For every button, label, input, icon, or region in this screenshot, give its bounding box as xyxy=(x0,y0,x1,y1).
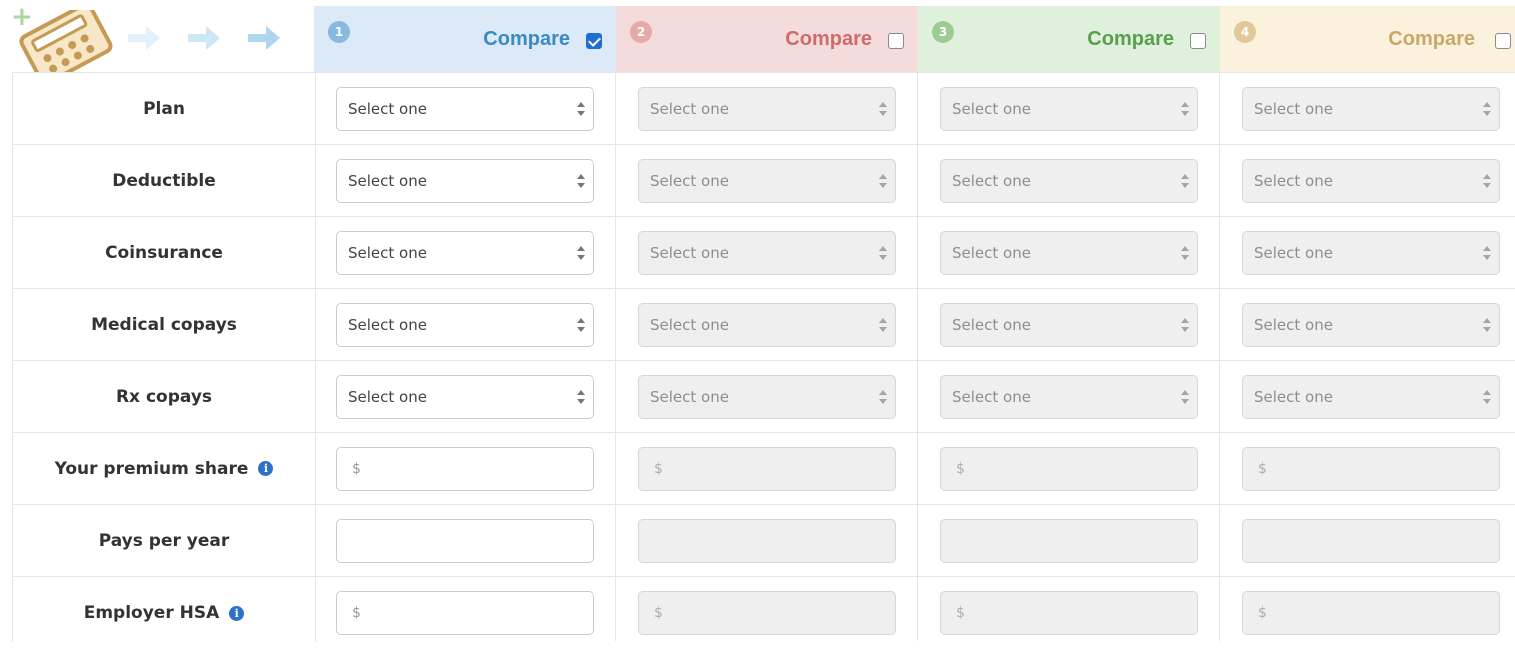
select-arrows-icon xyxy=(879,102,887,116)
rx-copays-select[interactable]: Select one xyxy=(336,375,594,419)
deductible-select[interactable]: Select one xyxy=(638,159,896,203)
plan-3-header: 3 Compare xyxy=(918,6,1220,72)
compare-label: Compare xyxy=(1388,28,1475,50)
employer-hsa-input[interactable]: $ xyxy=(638,591,896,635)
plan-number-badge: 2 xyxy=(630,21,652,43)
row-label-rx-copays: Rx copays xyxy=(13,361,315,433)
premium-share-input[interactable]: $ xyxy=(336,447,594,491)
row-label-medical-copays: Medical copays xyxy=(13,289,315,361)
pays-per-year-input[interactable] xyxy=(638,519,896,563)
select-arrows-icon xyxy=(1181,174,1189,188)
deductible-select[interactable]: Select one xyxy=(336,159,594,203)
pays-per-year-input[interactable] xyxy=(940,519,1198,563)
select-arrows-icon xyxy=(577,390,585,404)
plan-3-column: Select one Select one Select one Select … xyxy=(918,72,1220,641)
medical-copays-select[interactable]: Select one xyxy=(336,303,594,347)
plan-number-badge: 3 xyxy=(932,21,954,43)
medical-copays-select[interactable]: Select one xyxy=(1242,303,1500,347)
select-arrows-icon xyxy=(879,318,887,332)
compare-checkbox[interactable] xyxy=(586,33,602,49)
premium-share-input[interactable]: $ xyxy=(940,447,1198,491)
info-icon[interactable]: i xyxy=(258,461,274,476)
calculator-icon xyxy=(19,10,113,72)
select-arrows-icon xyxy=(577,102,585,116)
row-label-plan: Plan xyxy=(13,73,315,145)
row-label-deductible: Deductible xyxy=(13,145,315,217)
plan-comparison-grid: + 1 Compare 2 Compare 3 Compare 4 Compar… xyxy=(0,0,1515,642)
plan-4-header: 4 Compare xyxy=(1220,6,1515,72)
plan-select[interactable]: Select one xyxy=(1242,87,1500,131)
coinsurance-select[interactable]: Select one xyxy=(638,231,896,275)
select-arrows-icon xyxy=(1181,390,1189,404)
plan-select[interactable]: Select one xyxy=(638,87,896,131)
select-arrows-icon xyxy=(1483,390,1491,404)
compare-checkbox[interactable] xyxy=(888,33,904,49)
compare-label: Compare xyxy=(1087,28,1174,50)
plan-number-badge: 1 xyxy=(328,21,350,43)
plan-1-column: Select one Select one Select one Select … xyxy=(314,72,616,641)
select-arrows-icon xyxy=(879,390,887,404)
select-arrows-icon xyxy=(1483,174,1491,188)
compare-checkbox[interactable] xyxy=(1190,33,1206,49)
rx-copays-select[interactable]: Select one xyxy=(1242,375,1500,419)
compare-checkbox[interactable] xyxy=(1495,33,1511,49)
rx-copays-select[interactable]: Select one xyxy=(638,375,896,419)
deductible-select[interactable]: Select one xyxy=(1242,159,1500,203)
plan-select[interactable]: Select one xyxy=(336,87,594,131)
select-arrows-icon xyxy=(1181,102,1189,116)
arrow-right-icon xyxy=(128,26,280,50)
plan-1-header: 1 Compare xyxy=(314,6,616,72)
premium-share-input[interactable]: $ xyxy=(638,447,896,491)
select-arrows-icon xyxy=(879,246,887,260)
info-icon[interactable]: i xyxy=(229,605,245,621)
select-arrows-icon xyxy=(577,318,585,332)
select-arrows-icon xyxy=(1483,102,1491,116)
logo: + xyxy=(0,0,314,72)
coinsurance-select[interactable]: Select one xyxy=(1242,231,1500,275)
select-arrows-icon xyxy=(1181,318,1189,332)
row-label-pays-per-year: Pays per year xyxy=(13,505,315,577)
compare-label: Compare xyxy=(785,28,872,50)
select-arrows-icon xyxy=(1483,318,1491,332)
rx-copays-select[interactable]: Select one xyxy=(940,375,1198,419)
plan-number-badge: 4 xyxy=(1234,21,1256,43)
plan-select[interactable]: Select one xyxy=(940,87,1198,131)
select-arrows-icon xyxy=(1181,246,1189,260)
select-arrows-icon xyxy=(577,246,585,260)
select-arrows-icon xyxy=(1483,246,1491,260)
select-arrows-icon xyxy=(577,174,585,188)
pays-per-year-input[interactable] xyxy=(336,519,594,563)
row-labels: Plan Deductible Coinsurance Medical copa… xyxy=(12,72,316,642)
coinsurance-select[interactable]: Select one xyxy=(336,231,594,275)
select-arrows-icon xyxy=(879,174,887,188)
coinsurance-select[interactable]: Select one xyxy=(940,231,1198,275)
employer-hsa-input[interactable]: $ xyxy=(336,591,594,635)
deductible-select[interactable]: Select one xyxy=(940,159,1198,203)
medical-copays-select[interactable]: Select one xyxy=(638,303,896,347)
medical-copays-select[interactable]: Select one xyxy=(940,303,1198,347)
plan-2-header: 2 Compare xyxy=(616,6,918,72)
plan-2-column: Select one Select one Select one Select … xyxy=(616,72,918,641)
row-label-coinsurance: Coinsurance xyxy=(13,217,315,289)
row-label-premium-share: Your premium share i xyxy=(13,433,315,505)
premium-share-input[interactable]: $ xyxy=(1242,447,1500,491)
pays-per-year-input[interactable] xyxy=(1242,519,1500,563)
employer-hsa-input[interactable]: $ xyxy=(1242,591,1500,635)
row-label-employer-hsa: Employer HSA i xyxy=(13,577,315,649)
plan-4-column: Select one Select one Select one Select … xyxy=(1220,72,1515,641)
employer-hsa-input[interactable]: $ xyxy=(940,591,1198,635)
compare-label: Compare xyxy=(483,28,570,50)
